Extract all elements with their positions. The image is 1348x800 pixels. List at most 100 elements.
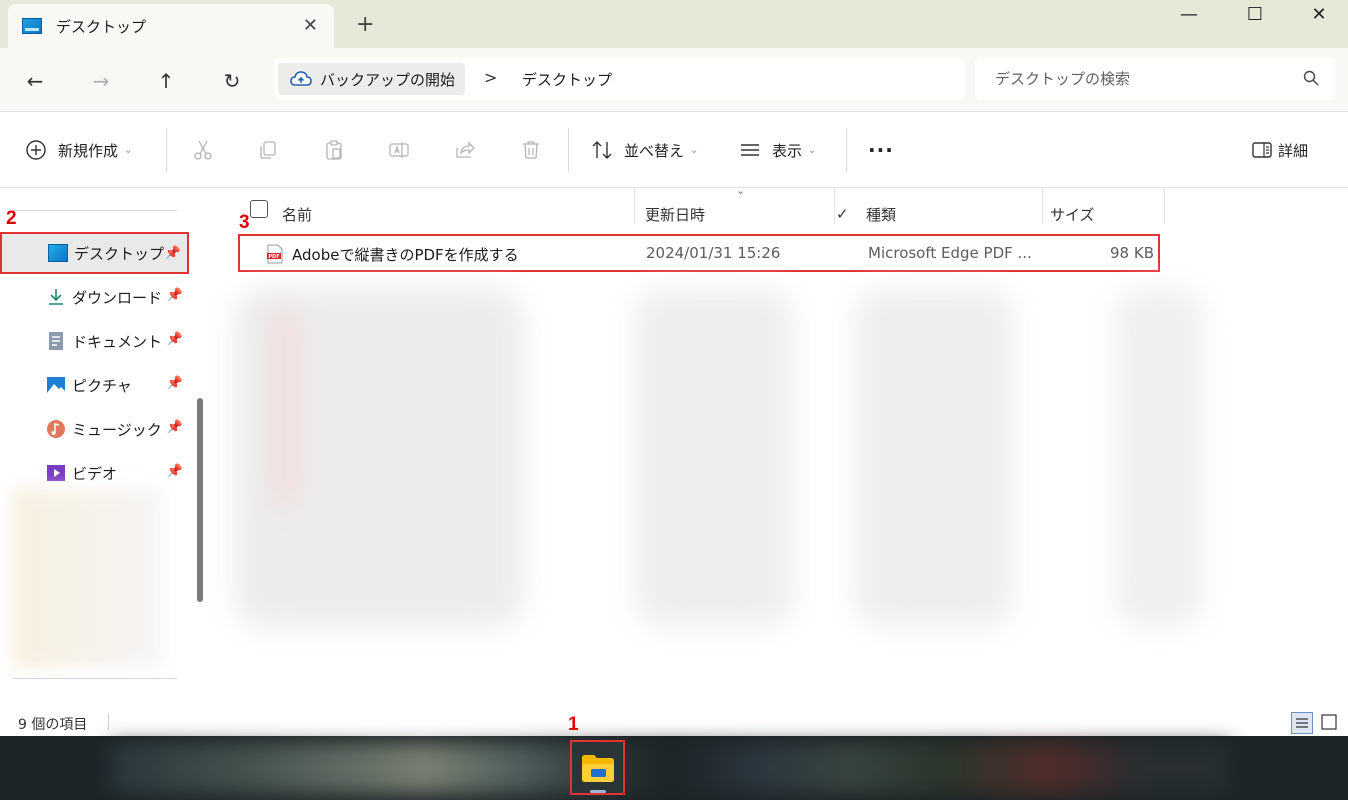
- pdf-file-icon: PDF: [267, 244, 283, 264]
- status-bar: 9 個の項目: [0, 706, 1348, 736]
- chevron-down-icon: ⌄: [124, 144, 133, 156]
- rename-icon: [389, 142, 409, 158]
- blurred-area: [1114, 288, 1204, 628]
- file-size: 98 KB: [1110, 244, 1154, 262]
- copy-button[interactable]: [256, 136, 280, 164]
- view-button[interactable]: 表示 ⌄: [738, 136, 816, 164]
- sort-label: 並べ替え: [624, 141, 685, 160]
- back-button[interactable]: ←: [20, 66, 50, 96]
- select-all-checkbox[interactable]: [250, 200, 268, 218]
- divider: [12, 678, 177, 679]
- pin-icon[interactable]: 📌: [167, 420, 183, 435]
- list-view-icon: [1296, 718, 1308, 728]
- new-tab-button[interactable]: +: [356, 12, 374, 37]
- search-icon[interactable]: [1303, 70, 1319, 86]
- breadcrumb-desktop[interactable]: デスクトップ: [522, 69, 612, 90]
- sidebar-item-pictures[interactable]: ピクチャ 📌: [0, 364, 189, 406]
- pin-icon[interactable]: 📌: [167, 464, 183, 479]
- tiles-view-button[interactable]: [1319, 712, 1341, 734]
- sidebar-scrollbar[interactable]: [197, 398, 203, 602]
- taskbar: [0, 736, 1348, 800]
- rename-button[interactable]: [387, 136, 411, 164]
- sidebar-item-desktop[interactable]: デスクトップ 📌: [0, 232, 189, 274]
- item-count: 9 個の項目: [18, 717, 88, 733]
- forward-button[interactable]: →: [86, 66, 116, 96]
- divider: [166, 128, 167, 172]
- step-marker-3: 3: [239, 212, 250, 233]
- column-divider: [1042, 188, 1043, 224]
- sidebar-item-music[interactable]: ミュージック 📌: [0, 408, 189, 450]
- file-row[interactable]: PDF Adobeで縦書きのPDFを作成する 2024/01/31 15:26 …: [238, 234, 1160, 272]
- column-header-type[interactable]: 種類: [866, 196, 896, 232]
- pin-icon[interactable]: 📌: [167, 376, 183, 391]
- sidebar-item-label: ダウンロード: [72, 288, 163, 307]
- more-options-button[interactable]: ···: [868, 136, 894, 164]
- divider: [108, 714, 109, 730]
- divider: [846, 128, 847, 172]
- paste-button[interactable]: [322, 136, 346, 164]
- delete-button[interactable]: [519, 136, 543, 164]
- backup-button[interactable]: バックアップの開始: [278, 63, 466, 95]
- address-bar[interactable]: バックアップの開始 > デスクトップ: [274, 58, 965, 100]
- details-label: 詳細: [1278, 141, 1309, 160]
- active-app-indicator: [590, 790, 606, 793]
- svg-text:PDF: PDF: [268, 254, 279, 260]
- command-bar: 新規作成 ⌄ 並べ替え ⌄ 表示 ⌄ ··· 詳細: [0, 112, 1348, 188]
- sidebar-item-downloads[interactable]: ダウンロード 📌: [0, 276, 189, 318]
- music-icon: [47, 420, 65, 438]
- desktop-icon: [48, 244, 68, 262]
- file-name: Adobeで縦書きのPDFを作成する: [292, 246, 519, 264]
- column-divider: [1164, 188, 1165, 224]
- sidebar-item-documents[interactable]: ドキュメント 📌: [0, 320, 189, 362]
- pictures-icon: [47, 377, 65, 393]
- share-button[interactable]: [453, 136, 477, 164]
- share-icon: [456, 141, 475, 158]
- file-type: Microsoft Edge PDF ...: [868, 244, 1032, 262]
- search-input[interactable]: [975, 58, 1295, 100]
- details-pane-button[interactable]: 詳細: [1250, 136, 1308, 164]
- minimize-button[interactable]: —: [1166, 4, 1212, 25]
- column-header-name[interactable]: 名前: [282, 196, 312, 232]
- sidebar-item-label: ドキュメント: [72, 332, 163, 351]
- new-button[interactable]: 新規作成 ⌄: [24, 136, 132, 164]
- pin-icon[interactable]: 📌: [165, 246, 181, 261]
- tab-desktop[interactable]: デスクトップ ✕: [8, 4, 334, 48]
- breadcrumb-separator[interactable]: >: [484, 68, 497, 87]
- view-label: 表示: [772, 141, 803, 160]
- trash-icon: [523, 141, 539, 159]
- close-window-button[interactable]: ✕: [1296, 4, 1342, 25]
- file-list: 名前 ⌄ 更新日時 ✓ 種類 サイズ PDF Adobeで縦書きのPDFを作成す…: [214, 184, 1348, 706]
- navigation-bar: ← → ↑ ↻ バックアップの開始 > デスクトップ: [0, 48, 1348, 112]
- new-label: 新規作成: [58, 141, 119, 160]
- tab-title: デスクトップ: [56, 17, 147, 36]
- sort-icon: [592, 141, 612, 159]
- cloud-backup-icon: [290, 71, 312, 86]
- video-icon: [47, 465, 65, 481]
- up-button[interactable]: ↑: [151, 66, 181, 96]
- blurred-area: [110, 742, 1230, 794]
- step-marker-1: 1: [568, 714, 579, 735]
- pin-icon[interactable]: 📌: [167, 288, 183, 303]
- refresh-button[interactable]: ↻: [217, 66, 247, 96]
- maximize-button[interactable]: ☐: [1232, 4, 1278, 25]
- search-box[interactable]: [975, 58, 1335, 100]
- copy-icon: [260, 141, 276, 159]
- document-icon: [49, 332, 63, 350]
- scissors-icon: [194, 140, 212, 160]
- details-view-button[interactable]: [1291, 712, 1313, 734]
- column-header-size[interactable]: サイズ: [1050, 196, 1095, 232]
- cut-button[interactable]: [191, 136, 215, 164]
- blurred-area: [854, 288, 1014, 628]
- tab-close-icon[interactable]: ✕: [303, 15, 318, 36]
- blurred-area: [634, 288, 794, 628]
- blurred-area: [12, 488, 162, 668]
- pin-icon[interactable]: 📌: [167, 332, 183, 347]
- sort-button[interactable]: 並べ替え ⌄: [590, 136, 698, 164]
- sort-indicator-icon: ⌄: [736, 184, 746, 197]
- column-check-icon: ✓: [836, 205, 849, 223]
- file-date: 2024/01/31 15:26: [646, 244, 781, 262]
- clipboard-icon: [326, 140, 342, 160]
- taskbar-file-explorer-button[interactable]: [570, 740, 625, 795]
- column-divider: [834, 188, 835, 224]
- column-header-date[interactable]: 更新日時: [645, 196, 705, 232]
